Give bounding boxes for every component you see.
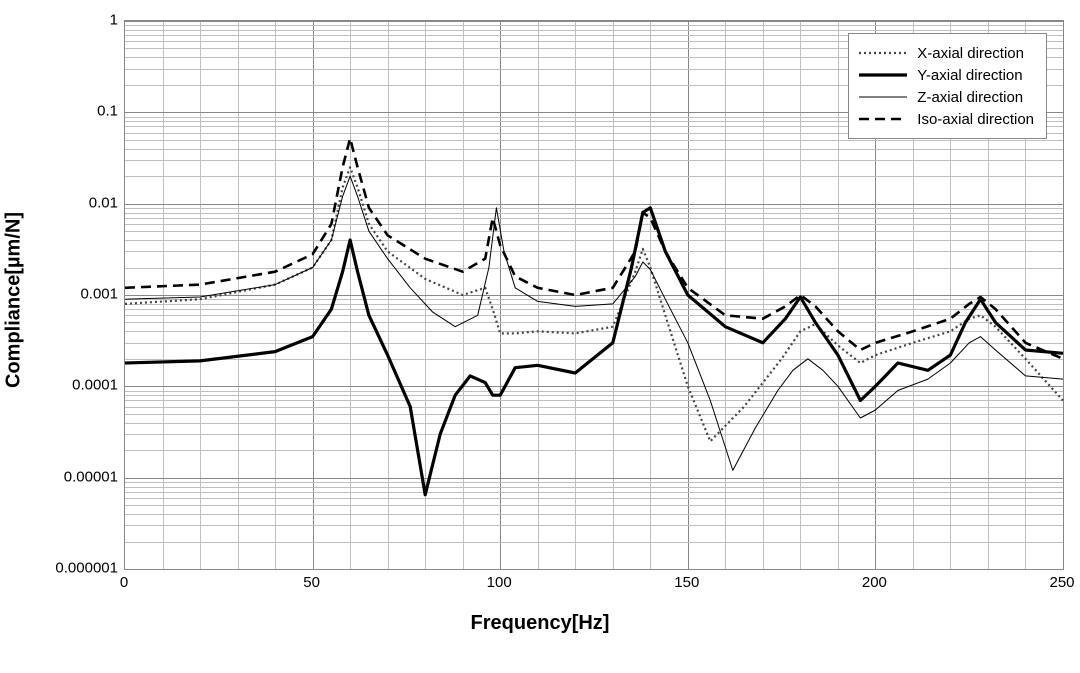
legend-row: Y-axial direction [859, 64, 1034, 86]
x-tick: 250 [1049, 574, 1074, 591]
legend-swatch-icon [859, 67, 907, 83]
series-y-axial-direction [125, 208, 1063, 495]
y-tick: 0.1 [18, 103, 118, 120]
legend-label: Y-axial direction [917, 67, 1022, 84]
x-tick: 100 [487, 574, 512, 591]
series-iso-axial-direction [125, 138, 1063, 358]
legend-swatch-icon [859, 45, 907, 61]
legend-row: X-axial direction [859, 42, 1034, 64]
legend-swatch-icon [859, 111, 907, 127]
compliance-frequency-chart: Compliance[µm/N] Frequency[Hz] X-axial d… [0, 0, 1080, 673]
legend-swatch-icon [859, 89, 907, 105]
y-tick: 0.00001 [18, 468, 118, 485]
y-tick: 1 [18, 12, 118, 29]
y-tick: 0.000001 [18, 560, 118, 577]
legend-row: Z-axial direction [859, 86, 1034, 108]
series-z-axial-direction [125, 176, 1063, 470]
legend-label: Iso-axial direction [917, 111, 1034, 128]
x-tick: 50 [303, 574, 320, 591]
plot-area: X-axial direction Y-axial direction Z-axia… [124, 20, 1064, 570]
y-tick: 0.0001 [18, 377, 118, 394]
legend-row: Iso-axial direction [859, 108, 1034, 130]
legend-label: Z-axial direction [917, 89, 1023, 106]
x-tick: 150 [674, 574, 699, 591]
y-tick: 0.001 [18, 286, 118, 303]
y-tick: 0.01 [18, 194, 118, 211]
legend-label: X-axial direction [917, 45, 1024, 62]
x-tick: 200 [862, 574, 887, 591]
x-tick: 0 [120, 574, 128, 591]
x-axis-label: Frequency[Hz] [0, 612, 1080, 635]
series-x-axial-direction [125, 167, 1063, 441]
legend: X-axial direction Y-axial direction Z-axia… [848, 33, 1047, 139]
